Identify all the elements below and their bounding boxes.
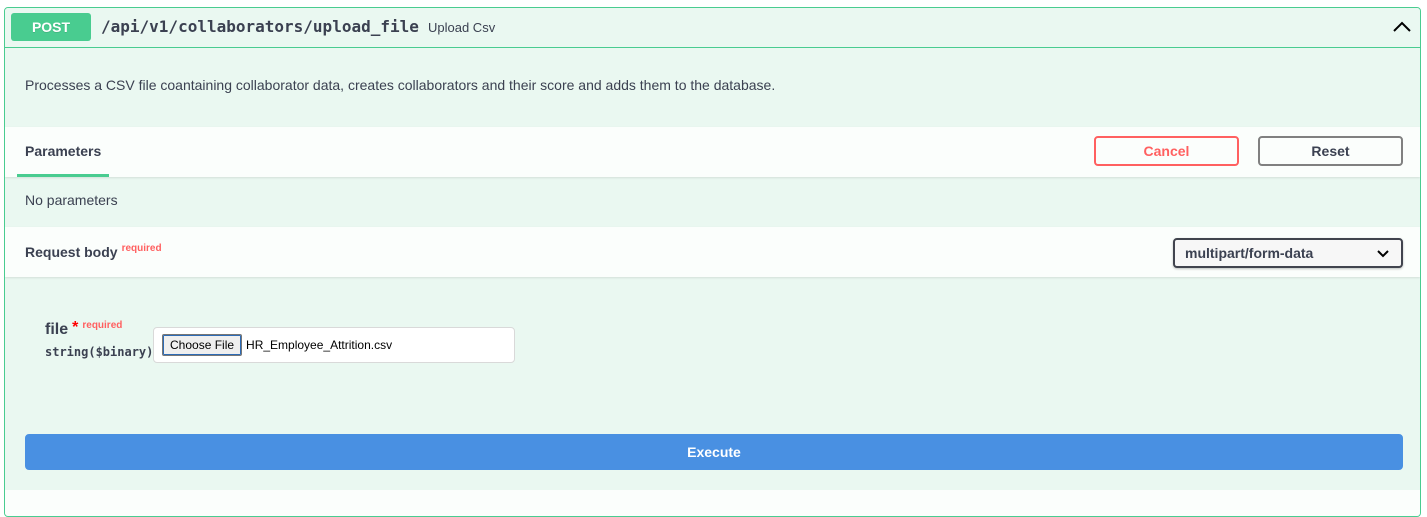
chevron-down-icon <box>1377 250 1389 258</box>
parameters-header: Parameters Cancel Reset <box>5 127 1420 177</box>
selected-file-name: HR_Employee_Attrition.csv <box>246 338 393 352</box>
endpoint-path: /api/v1/collaborators/upload_file <box>101 17 419 36</box>
request-body-header: Request body required multipart/form-data <box>5 227 1420 277</box>
method-badge: POST <box>11 13 91 41</box>
request-body-label: Request body <box>25 244 118 260</box>
tab-parameters[interactable]: Parameters <box>17 127 110 177</box>
parameter-name: file * required <box>45 319 123 339</box>
chevron-up-icon <box>1393 21 1411 32</box>
reset-button[interactable]: Reset <box>1258 136 1403 166</box>
parameter-type: string($binary) <box>45 345 154 359</box>
required-label: required <box>121 243 162 254</box>
responses-section-edge <box>5 490 1420 516</box>
request-body-title: Request body required <box>25 243 162 260</box>
parameter-required-label: required <box>82 320 123 331</box>
cancel-button[interactable]: Cancel <box>1094 136 1239 166</box>
collapse-button[interactable] <box>1390 15 1414 39</box>
parameter-name-label: file <box>45 321 69 338</box>
required-star: * <box>72 319 79 336</box>
endpoint-description: Upload Csv <box>428 20 496 35</box>
choose-file-button[interactable]: Choose File <box>162 334 243 356</box>
file-input[interactable]: Choose File HR_Employee_Attrition.csv <box>153 327 515 363</box>
content-type-select[interactable]: multipart/form-data <box>1173 238 1403 268</box>
operation-description: Processes a CSV file coantaining collabo… <box>25 77 776 93</box>
content-type-value: multipart/form-data <box>1185 245 1314 261</box>
operation-block: POST /api/v1/collaborators/upload_file U… <box>4 7 1421 517</box>
no-parameters-text: No parameters <box>25 192 118 208</box>
operation-summary[interactable]: POST /api/v1/collaborators/upload_file U… <box>5 8 1420 48</box>
execute-button[interactable]: Execute <box>25 434 1403 470</box>
